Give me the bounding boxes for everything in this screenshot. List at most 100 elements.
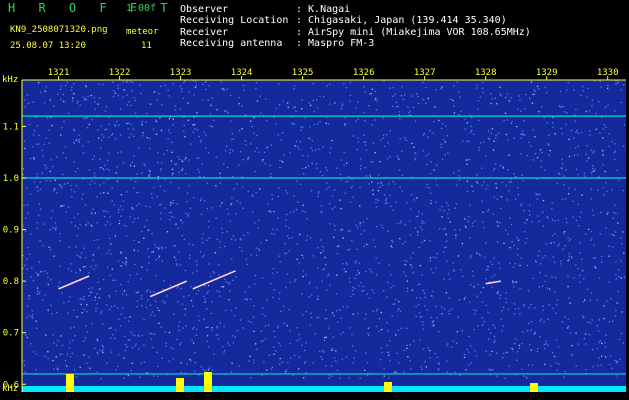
noise-dot bbox=[324, 256, 326, 259]
noise-dot bbox=[39, 91, 42, 93]
noise-dot bbox=[477, 283, 479, 286]
noise-dot bbox=[293, 88, 295, 90]
noise-dot bbox=[41, 299, 44, 301]
noise-dot bbox=[155, 259, 157, 261]
power-spike bbox=[530, 383, 538, 392]
noise-dot bbox=[479, 142, 481, 144]
noise-dot bbox=[213, 353, 215, 355]
noise-dot bbox=[490, 102, 492, 105]
noise-dot bbox=[330, 365, 333, 367]
noise-dot bbox=[157, 247, 159, 249]
noise-dot bbox=[274, 336, 276, 338]
noise-dot bbox=[239, 319, 242, 321]
noise-dot bbox=[132, 221, 134, 223]
noise-dot bbox=[559, 90, 561, 93]
noise-dot bbox=[359, 222, 361, 224]
noise-dot bbox=[183, 238, 186, 241]
noise-dot bbox=[374, 99, 376, 101]
noise-dot bbox=[140, 278, 142, 280]
noise-dot bbox=[268, 354, 270, 356]
noise-dot bbox=[372, 142, 375, 144]
noise-dot bbox=[622, 342, 624, 344]
noise-dot bbox=[112, 334, 114, 336]
noise-dot bbox=[421, 221, 423, 224]
noise-dot bbox=[173, 313, 175, 316]
noise-dot bbox=[122, 293, 124, 295]
noise-dot bbox=[336, 310, 338, 312]
noise-dot bbox=[59, 240, 61, 242]
noise-dot bbox=[527, 364, 530, 366]
noise-dot bbox=[577, 154, 579, 156]
noise-dot bbox=[53, 342, 55, 344]
noise-dot bbox=[482, 221, 484, 223]
noise-dot bbox=[513, 313, 515, 315]
noise-dot bbox=[353, 357, 355, 359]
noise-dot bbox=[411, 289, 413, 291]
noise-dot bbox=[301, 108, 303, 110]
noise-dot bbox=[288, 227, 290, 229]
noise-dot bbox=[360, 282, 362, 284]
noise-dot bbox=[204, 81, 206, 83]
noise-dot bbox=[582, 269, 584, 272]
noise-dot bbox=[156, 196, 158, 198]
noise-dot bbox=[454, 207, 456, 209]
noise-dot bbox=[447, 217, 449, 219]
noise-dot bbox=[510, 97, 512, 99]
noise-dot bbox=[575, 264, 577, 266]
noise-dot bbox=[219, 241, 221, 243]
noise-dot bbox=[235, 213, 237, 215]
noise-dot bbox=[528, 141, 530, 143]
noise-dot bbox=[555, 312, 557, 314]
noise-dot bbox=[129, 164, 132, 167]
noise-dot bbox=[122, 80, 124, 83]
noise-dot bbox=[210, 275, 212, 278]
noise-dot bbox=[421, 213, 423, 215]
noise-dot bbox=[561, 133, 563, 135]
noise-dot bbox=[171, 141, 173, 143]
noise-dot bbox=[367, 361, 369, 364]
noise-dot bbox=[383, 194, 386, 196]
noise-dot bbox=[347, 180, 349, 183]
noise-dot bbox=[399, 118, 401, 120]
noise-dot bbox=[256, 147, 258, 149]
noise-dot bbox=[518, 344, 521, 347]
noise-dot bbox=[183, 130, 185, 132]
noise-dot bbox=[90, 211, 93, 214]
noise-dot bbox=[224, 245, 226, 248]
noise-dot bbox=[297, 201, 299, 203]
noise-dot bbox=[86, 304, 88, 306]
noise-dot bbox=[482, 287, 485, 289]
noise-dot bbox=[399, 186, 401, 188]
noise-dot bbox=[62, 152, 65, 154]
noise-dot bbox=[362, 221, 365, 223]
noise-dot bbox=[91, 322, 93, 325]
noise-dot bbox=[618, 179, 620, 181]
noise-dot bbox=[364, 91, 366, 93]
noise-dot bbox=[376, 308, 379, 310]
noise-dot bbox=[344, 124, 346, 126]
noise-dot bbox=[169, 203, 171, 205]
noise-dot bbox=[467, 220, 469, 222]
noise-dot bbox=[255, 343, 257, 345]
noise-dot bbox=[105, 128, 108, 130]
noise-dot bbox=[83, 299, 85, 301]
noise-dot bbox=[97, 103, 99, 105]
noise-dot bbox=[407, 106, 409, 108]
noise-dot bbox=[286, 273, 289, 275]
noise-dot bbox=[404, 241, 406, 243]
noise-dot bbox=[26, 316, 28, 319]
noise-dot bbox=[523, 209, 525, 212]
noise-dot bbox=[111, 187, 113, 189]
noise-dot bbox=[39, 208, 42, 210]
noise-dot bbox=[430, 202, 432, 205]
noise-dot bbox=[484, 256, 486, 259]
noise-dot bbox=[489, 354, 491, 356]
noise-dot bbox=[82, 96, 84, 98]
noise-dot bbox=[520, 204, 522, 207]
noise-dot bbox=[145, 205, 147, 207]
noise-dot bbox=[122, 162, 125, 164]
noise-dot bbox=[35, 116, 37, 118]
noise-dot bbox=[592, 366, 594, 368]
noise-dot bbox=[316, 287, 318, 289]
noise-dot bbox=[421, 368, 423, 370]
